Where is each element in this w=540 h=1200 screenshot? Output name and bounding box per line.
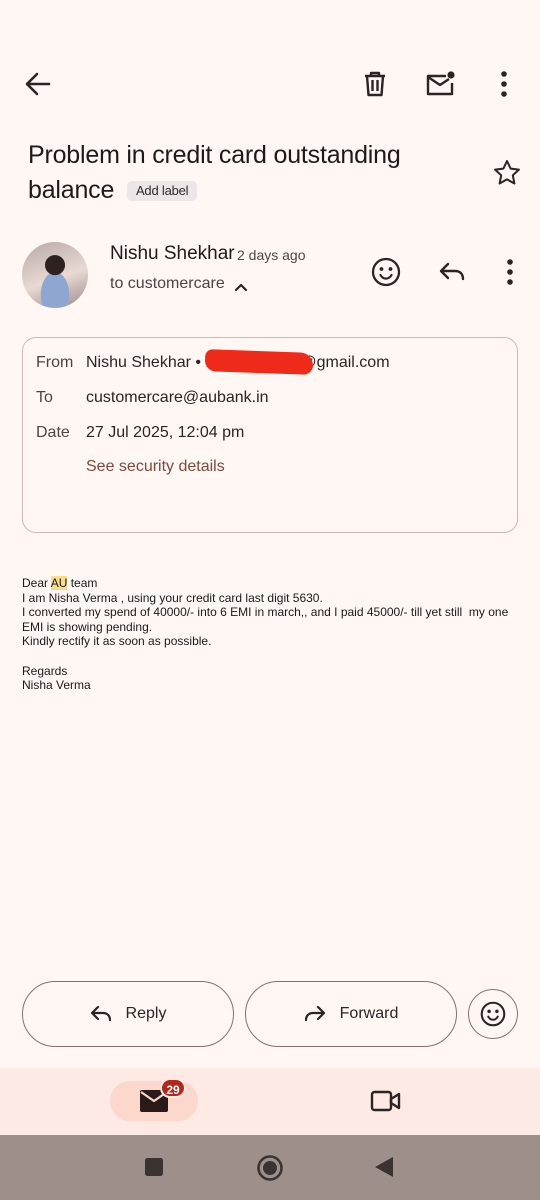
chevron-up-icon[interactable] <box>229 276 253 298</box>
home-circle-icon[interactable] <box>250 1148 290 1188</box>
forward-label: Forward <box>339 1005 399 1022</box>
from-name: Nishu Shekhar <box>86 354 191 371</box>
redaction-mark <box>204 349 314 375</box>
recents-square-icon[interactable] <box>136 1149 172 1185</box>
from-label: From <box>36 354 74 371</box>
sender-avatar[interactable] <box>22 242 88 308</box>
security-details-link[interactable]: See security details <box>86 458 225 476</box>
message-details-card: From Nishu Shekhar • n@gmail.com To cust… <box>22 337 518 533</box>
reply-icon <box>90 1005 112 1023</box>
body-line: Kindly rectify it as soon as possible. <box>22 634 212 649</box>
subject-text: Problem in credit card outstanding balan… <box>28 141 401 204</box>
from-email-suffix: @gmail.com <box>300 354 390 371</box>
greeting-prefix: Dear <box>22 576 51 590</box>
mark-unread-icon[interactable] <box>418 62 464 106</box>
sent-time: 2 days ago <box>237 247 306 263</box>
greeting-highlight: AU <box>50 576 68 590</box>
trash-icon[interactable] <box>352 62 398 106</box>
emoji-icon <box>480 1001 506 1027</box>
more-options-icon[interactable] <box>490 250 530 294</box>
signature: Nisha Verma <box>22 678 91 693</box>
body-line: I am Nisha Verma , using your credit car… <box>22 590 323 605</box>
email-subject: Problem in credit card outstanding balan… <box>28 138 468 208</box>
recipient-summary[interactable]: to customercare <box>110 275 225 293</box>
video-camera-icon <box>370 1089 402 1113</box>
forward-icon <box>304 1005 326 1023</box>
to-value: customercare@aubank.in <box>86 389 269 406</box>
system-navigation-bar <box>0 1135 540 1200</box>
more-options-icon[interactable] <box>482 62 526 106</box>
to-label: To <box>36 389 53 406</box>
date-label: Date <box>36 424 70 441</box>
back-triangle-icon[interactable] <box>366 1149 402 1185</box>
closing: Regards <box>22 663 68 678</box>
forward-button[interactable]: Forward <box>245 981 457 1047</box>
emoji-reaction-icon[interactable] <box>364 250 408 294</box>
date-value: 27 Jul 2025, 12:04 pm <box>86 424 245 441</box>
sender-name[interactable]: Nishu Shekhar <box>110 243 235 265</box>
reply-label: Reply <box>125 1005 167 1022</box>
add-label-chip[interactable]: Add label <box>126 181 198 201</box>
bottom-navigation: 29 <box>0 1068 540 1135</box>
separator-dot: • <box>195 354 202 371</box>
reply-icon[interactable] <box>430 250 474 294</box>
email-body: Dear AU team I am Nisha Verma , using yo… <box>22 576 522 693</box>
greeting-suffix: team <box>67 576 98 590</box>
back-arrow-icon[interactable] <box>14 62 62 106</box>
body-line: I converted my spend of 40000/- into 6 E… <box>22 605 512 634</box>
emoji-reaction-button[interactable] <box>468 989 518 1039</box>
unread-count-badge: 29 <box>160 1078 186 1098</box>
reply-button[interactable]: Reply <box>22 981 234 1047</box>
greeting-line: Dear AU team <box>22 576 522 591</box>
star-icon[interactable] <box>486 152 528 194</box>
meet-tab[interactable] <box>366 1084 406 1118</box>
